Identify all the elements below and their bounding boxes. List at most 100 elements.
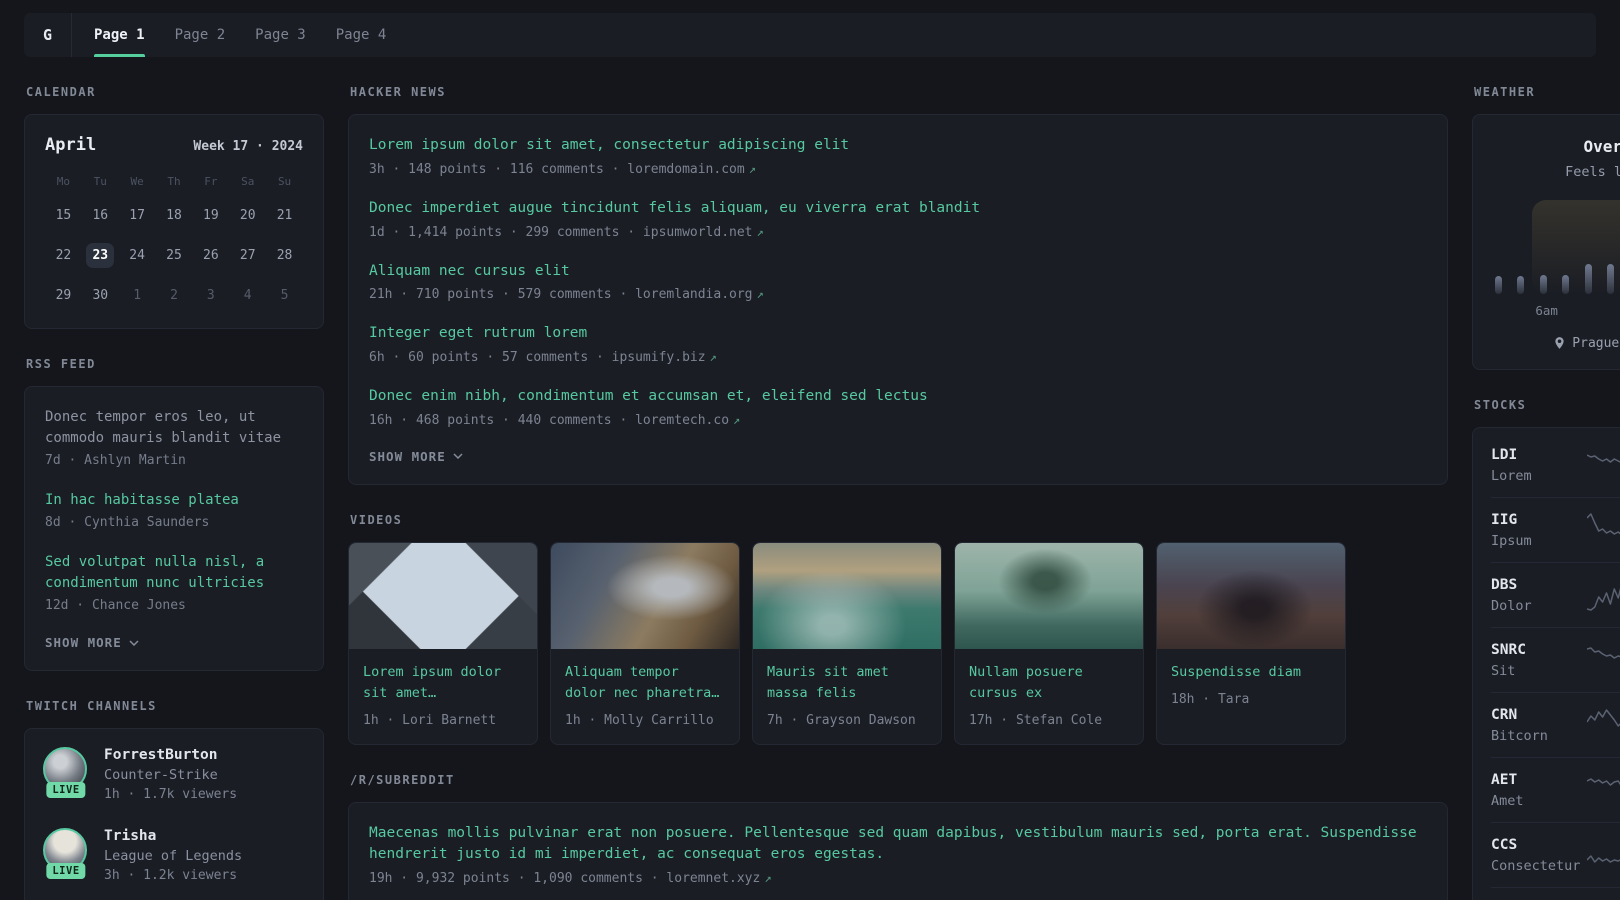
stock-row[interactable]: AET Amet +0.92% $499.72 xyxy=(1491,757,1620,822)
video-title[interactable]: Lorem ipsum dolor sit amet consectetu… xyxy=(363,662,523,704)
app-logo[interactable]: G xyxy=(24,13,72,57)
subreddit-post-title[interactable]: Maecenas mollis pulvinar erat non posuer… xyxy=(369,823,1427,867)
weather-axis-label: 6am xyxy=(1535,303,1558,318)
calendar-card: April Week 17 · 2024 Mo Tu We Th Fr Sa S… xyxy=(24,114,324,329)
subreddit-section-label: /R/SUBREDDIT xyxy=(350,772,455,787)
weather-hourly-chart: 9° xyxy=(1493,200,1620,294)
hn-item-meta-text: 21h · 710 points · 579 comments · loreml… xyxy=(369,287,753,303)
page-tab[interactable]: Page 1 xyxy=(94,13,145,57)
hn-item-title[interactable]: Donec imperdiet augue tincidunt felis al… xyxy=(369,198,1427,220)
stock-name: Dolor xyxy=(1491,597,1532,614)
calendar-day-number: 24 xyxy=(129,248,145,263)
calendar-day-number: 21 xyxy=(276,208,293,223)
calendar-day-header: Su xyxy=(277,175,292,188)
videos-section-label: VIDEOS xyxy=(350,512,403,527)
weather-hour-bar xyxy=(1495,276,1502,294)
hn-item-title[interactable]: Aliquam nec cursus elit xyxy=(369,261,1427,283)
video-title[interactable]: Nullam posuere cursus ex xyxy=(969,662,1129,704)
hn-item-meta: 6h · 60 points · 57 comments · ipsumify.… xyxy=(369,350,1427,365)
stock-row[interactable]: SNRC Sit +1.36% $148.64 xyxy=(1491,627,1620,692)
video-meta: 18h · Tara xyxy=(1171,691,1250,707)
weather-bars xyxy=(1495,200,1620,294)
calendar-day-number: 22 xyxy=(55,248,72,263)
weather-location[interactable]: Prague, Czechia xyxy=(1493,336,1620,351)
calendar-day-header: We xyxy=(130,175,144,188)
hn-item-title[interactable]: Integer eget rutrum lorem xyxy=(369,323,1427,345)
top-bar: G Page 1 Page 2 Page 3 Page 4 xyxy=(24,13,1596,57)
weather-section-label: WEATHER xyxy=(1474,85,1536,99)
video-thumbnail[interactable] xyxy=(551,542,739,649)
active-tab-underline xyxy=(94,54,145,57)
hn-item-title[interactable]: Lorem ipsum dolor sit amet, consectetur … xyxy=(369,135,1427,157)
video-meta: 17h · Stefan Cole xyxy=(969,712,1103,728)
twitch-channel-row[interactable]: LIVE ForrestBurton Counter-Strike 1h · 1… xyxy=(43,747,305,802)
stock-row[interactable]: LDI Lorem +4.35% $795.18 xyxy=(1491,433,1620,497)
rss-item-title[interactable]: In hac habitasse platea xyxy=(45,490,303,511)
hn-item: Lorem ipsum dolor sit amet, consectetur … xyxy=(369,135,1427,177)
hn-item: Integer eget rutrum lorem 6h · 60 points… xyxy=(369,323,1427,365)
twitch-channel-category: Counter-Strike xyxy=(104,767,218,783)
calendar-day: 20 xyxy=(229,203,266,228)
calendar-day-number: 30 xyxy=(92,288,109,303)
calendar-day-header: Tu xyxy=(93,175,107,188)
calendar-day: 23 xyxy=(82,243,119,268)
video-card[interactable]: Suspendisse diam 18h · Tara xyxy=(1156,541,1346,745)
calendar-header: April Week 17 · 2024 xyxy=(45,135,303,155)
video-card-body: Suspendisse diam 18h · Tara xyxy=(1157,649,1345,723)
video-thumbnail[interactable] xyxy=(349,542,537,649)
calendar-day-number: 4 xyxy=(243,288,252,303)
video-card[interactable]: Lorem ipsum dolor sit amet consectetu… 1… xyxy=(348,541,538,745)
calendar-day-number: 3 xyxy=(206,288,215,303)
page-tab[interactable]: Page 2 xyxy=(175,13,226,57)
hn-item: Donec imperdiet augue tincidunt felis al… xyxy=(369,198,1427,240)
weather-condition: Overcast xyxy=(1583,137,1620,156)
rss-item-title[interactable]: Donec tempor eros leo, ut commodo mauris… xyxy=(45,407,303,449)
video-card[interactable]: Mauris sit amet massa felis 7h · Grayson… xyxy=(752,541,942,745)
chevron-down-icon xyxy=(129,639,139,646)
subreddit-post: Maecenas mollis pulvinar erat non posuer… xyxy=(369,823,1427,887)
page-tab-label: Page 4 xyxy=(335,27,387,43)
video-thumbnail[interactable] xyxy=(753,542,941,649)
hackernews-show-more-button[interactable]: SHOW MORE xyxy=(369,449,1427,464)
calendar-day-number: 17 xyxy=(129,208,145,223)
calendar-day-number: 19 xyxy=(203,208,219,223)
weather-hour-bar xyxy=(1539,275,1547,294)
hn-item: Aliquam nec cursus elit 21h · 710 points… xyxy=(369,261,1427,303)
stocks-section-label: STOCKS xyxy=(1474,398,1527,412)
page-tab[interactable]: Page 4 xyxy=(336,13,387,57)
stock-name: Amet xyxy=(1491,792,1524,809)
stock-ticker: AET xyxy=(1491,771,1518,788)
stock-row[interactable]: CCS Consectetur +0.51% $165.84 xyxy=(1491,822,1620,887)
calendar-section-label: CALENDAR xyxy=(26,85,96,99)
stock-row[interactable]: AHS +0.46% xyxy=(1491,887,1620,900)
rss-item-title[interactable]: Sed volutpat nulla nisl, a condimentum n… xyxy=(45,552,303,594)
rss-item: Donec tempor eros leo, ut commodo mauris… xyxy=(45,407,303,468)
twitch-channel-row[interactable]: LIVE Trisha League of Legends 3h · 1.2k … xyxy=(43,828,305,883)
calendar-month: April xyxy=(45,135,97,155)
video-card[interactable]: Nullam posuere cursus ex 17h · Stefan Co… xyxy=(954,541,1144,745)
rss-show-more-label: SHOW MORE xyxy=(45,635,122,650)
stock-name: Lorem xyxy=(1491,467,1532,484)
video-title[interactable]: Aliquam tempor dolor nec pharetra… xyxy=(565,662,725,704)
video-card-body: Nullam posuere cursus ex 17h · Stefan Co… xyxy=(955,649,1143,744)
video-title[interactable]: Suspendisse diam xyxy=(1171,662,1331,683)
subreddit-post-meta-text: 19h · 9,932 points · 1,090 comments · lo… xyxy=(369,871,761,887)
external-link-icon: ↗ xyxy=(764,871,772,886)
rss-show-more-button[interactable]: SHOW MORE xyxy=(45,635,303,650)
stock-row[interactable]: DBS Dolor +1.42% $156.28 xyxy=(1491,562,1620,627)
hn-item-meta-text: 1d · 1,414 points · 299 comments · ipsum… xyxy=(369,224,753,240)
stock-row[interactable]: CRN Bitcorn -1.00% $66,171.48 xyxy=(1491,692,1620,757)
video-thumbnail[interactable] xyxy=(1157,542,1345,649)
calendar-day: 30 xyxy=(82,283,119,308)
hn-item-title[interactable]: Donec enim nibh, condimentum et accumsan… xyxy=(369,386,1427,408)
chevron-down-icon xyxy=(453,453,463,460)
video-title[interactable]: Mauris sit amet massa felis xyxy=(767,662,927,704)
twitch-channel-name: ForrestBurton xyxy=(104,747,218,763)
calendar-day: 15 xyxy=(45,203,82,228)
video-card-body: Aliquam tempor dolor nec pharetra… 1h · … xyxy=(551,649,739,744)
stock-row[interactable]: IIG Ipsum +2.84% $42.04 xyxy=(1491,497,1620,562)
video-card[interactable]: Aliquam tempor dolor nec pharetra… 1h · … xyxy=(550,541,740,745)
video-thumbnail[interactable] xyxy=(955,542,1143,649)
calendar-day-header: Th xyxy=(167,175,181,188)
page-tab[interactable]: Page 3 xyxy=(255,13,306,57)
